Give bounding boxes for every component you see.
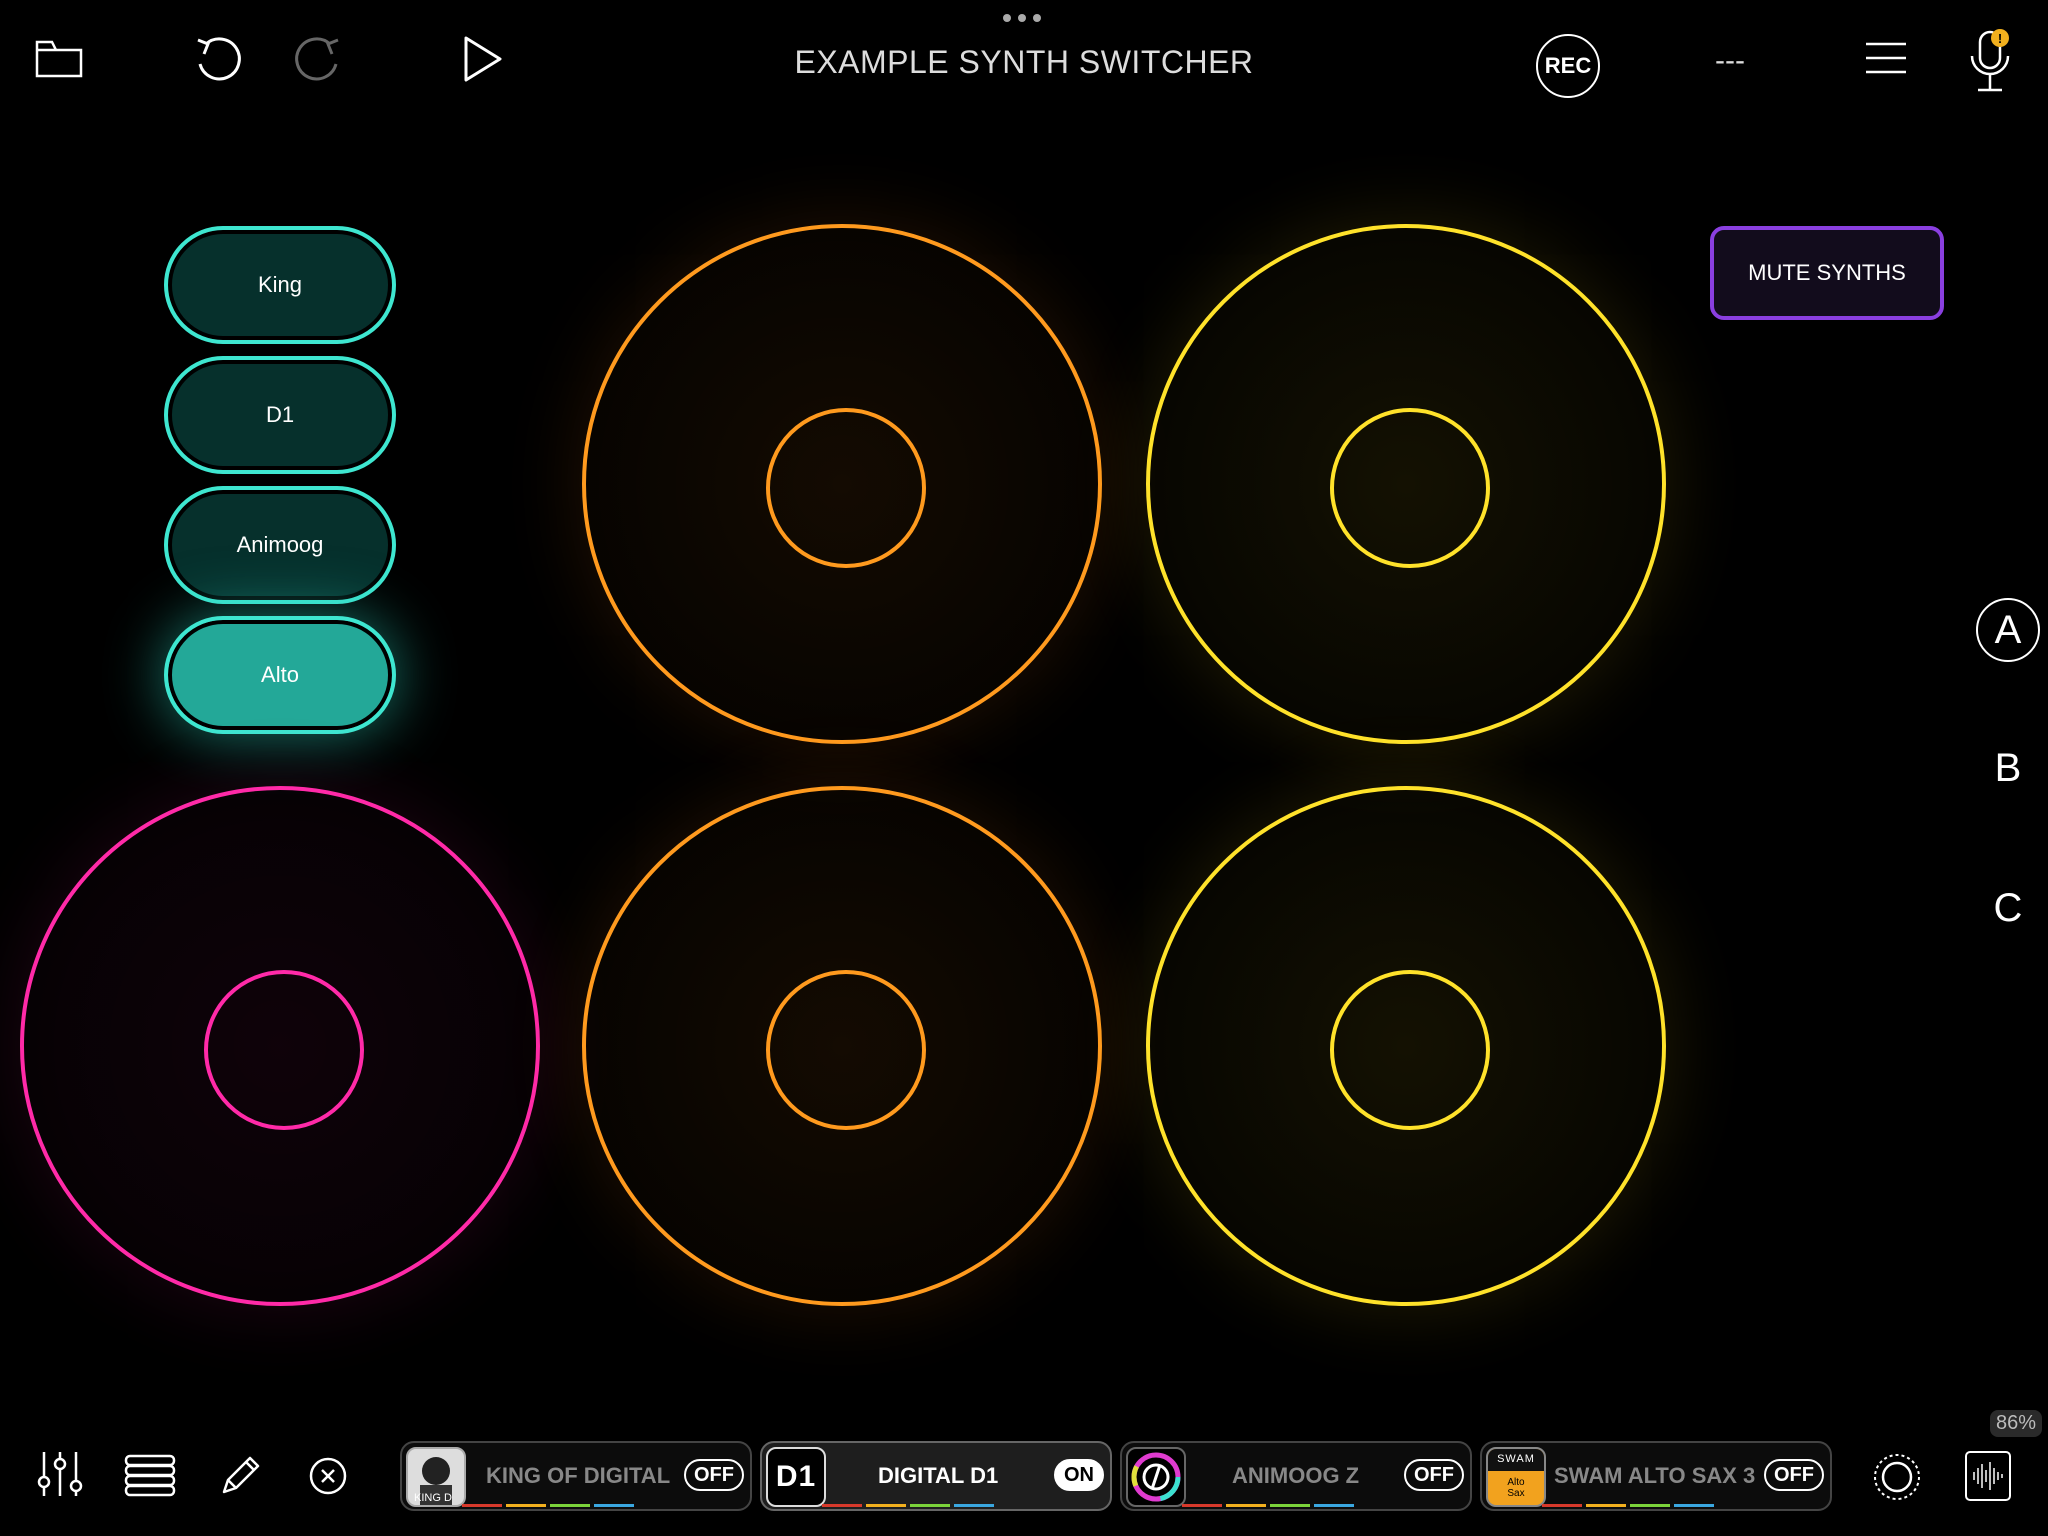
animoog-logo-icon [1131, 1452, 1181, 1502]
pad-top-right[interactable] [1146, 224, 1666, 744]
menu-icon[interactable] [1864, 40, 1908, 76]
color-bars [822, 1504, 994, 1507]
mixer-icon[interactable] [36, 1448, 84, 1500]
plugin-name: KING OF DIGITAL [486, 1463, 671, 1488]
swam-thumbnail: SWAM Alto Sax [1486, 1447, 1546, 1507]
status-readout: --- [1715, 44, 1745, 77]
page-title: EXAMPLE SYNTH SWITCHER [794, 44, 1254, 80]
digital-d1-thumbnail: D1 [766, 1447, 826, 1507]
plugin-name: SWAM ALTO SAX 3 [1554, 1463, 1756, 1488]
animoog-thumbnail [1126, 1447, 1186, 1507]
layers-icon[interactable] [124, 1454, 176, 1498]
pad-center [1330, 408, 1490, 568]
plugin-name: DIGITAL D1 [878, 1463, 999, 1488]
close-icon[interactable] [308, 1456, 348, 1496]
play-icon[interactable] [460, 34, 506, 84]
pad-bottom-right[interactable] [1146, 786, 1666, 1306]
plugin-name: ANIMOOG Z [1232, 1463, 1360, 1488]
selector-animoog[interactable]: Animoog [164, 486, 396, 604]
folder-icon[interactable] [34, 36, 84, 80]
swam-thumb-label: SWAM [1497, 1453, 1535, 1465]
drag-handle[interactable] [1003, 14, 1041, 22]
microphone-icon[interactable]: ! [1966, 26, 2014, 96]
plugin-state-toggle[interactable]: OFF [1404, 1459, 1464, 1491]
pad-center [766, 970, 926, 1130]
pencil-icon[interactable] [218, 1452, 264, 1498]
color-bars [462, 1504, 634, 1507]
redo-icon[interactable] [292, 32, 344, 88]
plugin-slot-swam-alto-sax[interactable]: SWAM Alto Sax SWAM ALTO SAX 3 OFF [1480, 1441, 1832, 1511]
pad-bottom-middle[interactable] [582, 786, 1102, 1306]
selector-d1[interactable]: D1 [164, 356, 396, 474]
undo-icon[interactable] [192, 32, 244, 88]
color-bars [1182, 1504, 1354, 1507]
plugin-slot-digital-d1[interactable]: D1 DIGITAL D1 ON [760, 1441, 1112, 1511]
plugin-state-toggle[interactable]: OFF [1764, 1459, 1824, 1491]
waveform-icon[interactable] [1964, 1450, 2012, 1502]
plugin-state-toggle[interactable]: ON [1054, 1459, 1104, 1491]
settings-dial-icon[interactable] [1872, 1452, 1922, 1502]
svg-text:!: ! [1998, 31, 2002, 46]
bank-c-button[interactable]: C [1976, 876, 2040, 940]
king-thumb-label: KING D [414, 1492, 452, 1504]
pad-center [1330, 970, 1490, 1130]
king-of-digital-thumbnail: KING D [406, 1447, 466, 1507]
zoom-percentage: 86% [1990, 1410, 2043, 1437]
bank-a-button[interactable]: A [1976, 598, 2040, 662]
selector-alto[interactable]: Alto [164, 616, 396, 734]
pad-center [766, 408, 926, 568]
mute-synths-button[interactable]: MUTE SYNTHS [1710, 226, 1944, 320]
color-bars [1542, 1504, 1714, 1507]
plugin-slot-animoog-z[interactable]: ANIMOOG Z OFF [1120, 1441, 1472, 1511]
plugin-slot-king-of-digital[interactable]: KING D KING OF DIGITAL OFF [400, 1441, 752, 1511]
d1-thumb-label: D1 [775, 1460, 817, 1493]
selector-king[interactable]: King [164, 226, 396, 344]
pad-center [204, 970, 364, 1130]
plugin-state-toggle[interactable]: OFF [684, 1459, 744, 1491]
swam-thumb-sub: Alto Sax [1507, 1477, 1525, 1499]
bank-b-button[interactable]: B [1976, 736, 2040, 800]
pad-bottom-left[interactable] [20, 786, 540, 1306]
pad-top-middle[interactable] [582, 224, 1102, 744]
record-button[interactable]: REC [1536, 34, 1600, 98]
